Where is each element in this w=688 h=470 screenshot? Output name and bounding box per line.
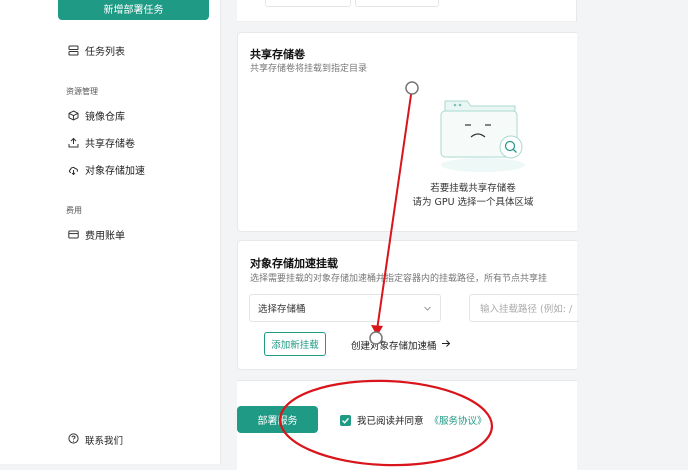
chevron-down-icon	[423, 304, 432, 316]
sidebar-item-object-storage[interactable]: 对象存储加速	[68, 162, 145, 177]
sidebar-item-label: 任务列表	[85, 47, 125, 58]
sidebar-item-task-list[interactable]: 任务列表	[68, 43, 125, 58]
cube-icon	[68, 110, 79, 121]
shared-storage-empty-line1: 若要挂载共享存储卷	[430, 183, 516, 194]
card-icon	[68, 229, 79, 240]
sidebar-item-shared-storage[interactable]: 共享存储卷	[68, 135, 135, 150]
main-content: 共享存储卷 共享存储卷将挂载到指定目录 若要挂载共享存储卷 请为 GPU 选择一…	[221, 0, 688, 470]
agree-checkbox[interactable]	[340, 414, 351, 426]
arrow-right-icon	[441, 339, 451, 351]
shared-storage-empty-line2: 请为 GPU 选择一个具体区域	[412, 197, 534, 208]
help-circle-icon	[68, 433, 79, 447]
create-bucket-link[interactable]: 创建对象存储加速桶	[351, 338, 451, 352]
create-bucket-label: 创建对象存储加速桶	[351, 341, 437, 352]
sidebar-item-image-repo[interactable]: 镜像仓库	[68, 108, 125, 123]
shared-storage-title: 共享存储卷	[250, 48, 305, 61]
sidebar-item-label: 费用账单	[85, 231, 125, 242]
mount-path-placeholder: 输入挂载路径 (例如: /	[480, 304, 573, 315]
contact-us-link[interactable]: 联系我们	[68, 433, 123, 447]
sidebar-item-billing[interactable]: 费用账单	[68, 227, 125, 242]
object-storage-subtitle: 选择需要挂载的对象存储加速桶并指定容器内的挂载路径，所有节点共享挂	[250, 274, 548, 284]
upload-icon	[68, 137, 79, 148]
bucket-select[interactable]: 选择存储桶	[249, 294, 441, 322]
agreement-row: 我已阅读并同意 《服务协议》	[340, 413, 487, 427]
check-icon	[342, 417, 350, 424]
mount-path-input[interactable]: 输入挂载路径 (例如: /	[469, 294, 579, 322]
deploy-task-button[interactable]: 新增部署任务	[58, 0, 209, 20]
previous-field[interactable]	[355, 0, 439, 7]
shared-storage-card: 共享存储卷 共享存储卷将挂载到指定目录 若要挂载共享存储卷 请为 GPU 选择一…	[237, 32, 577, 232]
sidebar-item-label: 共享存储卷	[85, 139, 135, 150]
folder-empty-illustration	[440, 100, 525, 172]
sidebar: 新增部署任务 任务列表 资源管理 镜像仓库 共享存储卷 对象存储加速 费用 费用…	[0, 0, 221, 464]
nav-section-billing: 费用	[66, 206, 82, 215]
shared-storage-subtitle: 共享存储卷将挂载到指定目录	[250, 64, 368, 74]
service-agreement-link[interactable]: 《服务协议》	[430, 413, 487, 427]
add-mount-button[interactable]: 添加新挂载	[264, 332, 326, 356]
cloud-icon	[68, 164, 79, 175]
object-storage-title: 对象存储加速挂载	[250, 257, 338, 270]
bucket-select-value: 选择存储桶	[258, 304, 306, 315]
list-icon	[68, 45, 79, 56]
sidebar-item-label: 镜像仓库	[85, 112, 125, 123]
contact-label: 联系我们	[85, 436, 124, 447]
previous-field[interactable]	[265, 0, 351, 7]
deploy-service-button[interactable]: 部署服务	[237, 406, 318, 433]
previous-section-card	[237, 0, 577, 22]
nav-section-resource: 资源管理	[66, 87, 98, 96]
agree-text: 我已阅读并同意	[357, 416, 424, 427]
app-frame: 新增部署任务 任务列表 资源管理 镜像仓库 共享存储卷 对象存储加速 费用 费用…	[0, 0, 688, 470]
sidebar-item-label: 对象存储加速	[85, 166, 145, 177]
